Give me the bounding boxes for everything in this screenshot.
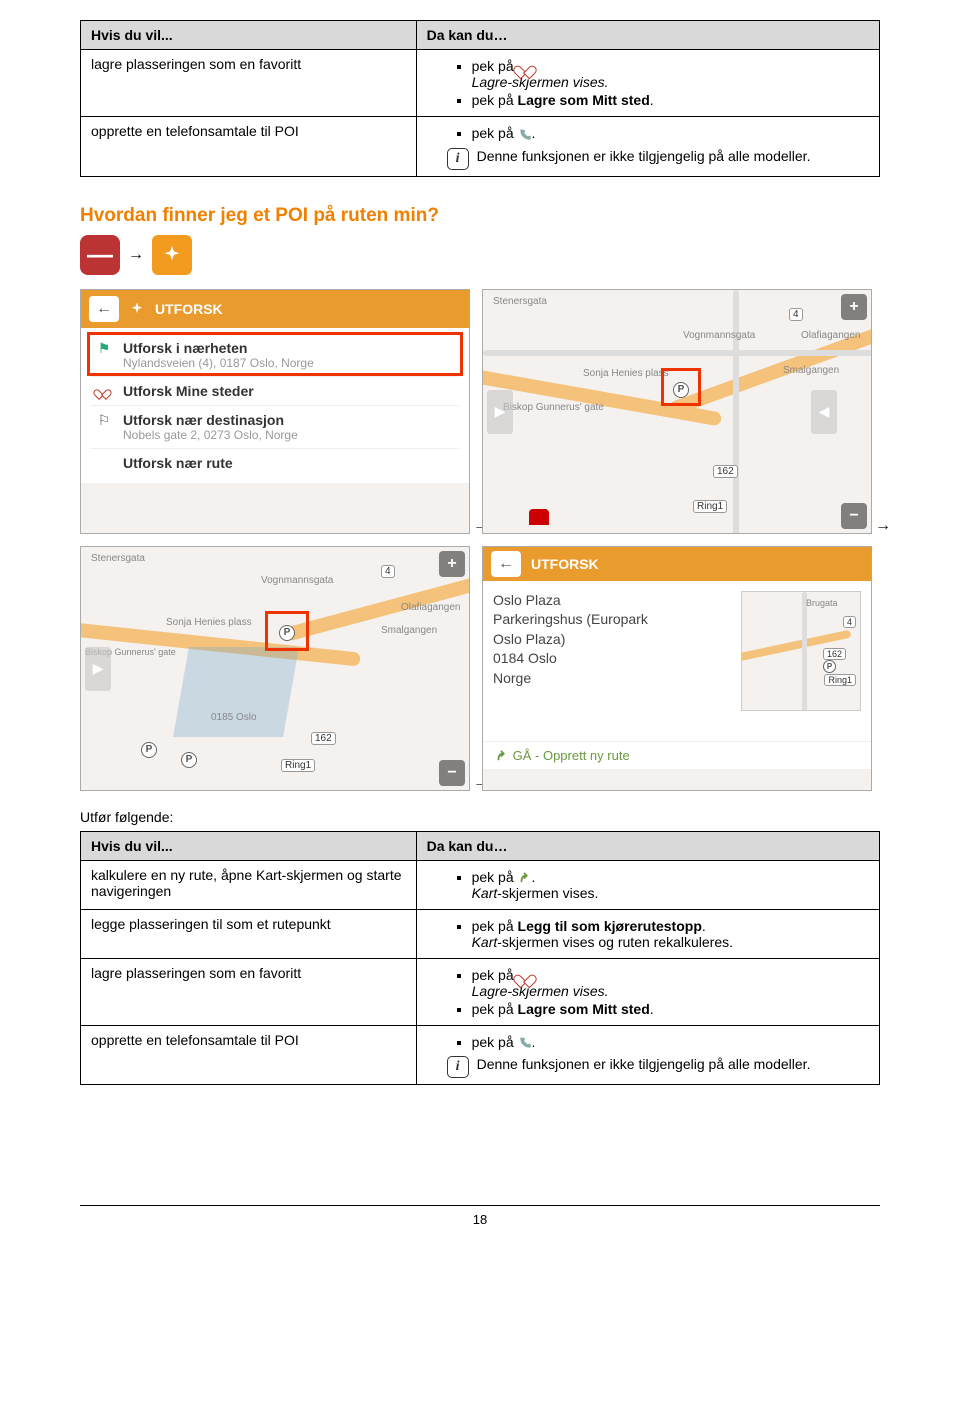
page-number: 18 xyxy=(80,1205,880,1227)
list-item: pek på . xyxy=(472,1034,869,1050)
heart-icon xyxy=(518,60,532,74)
arrow-icon: → xyxy=(128,246,144,264)
instruction-label: Utfør følgende: xyxy=(80,809,880,825)
info-note: i Denne funksjonen er ikke tilgjengelig … xyxy=(427,1056,869,1078)
table-row: legge plasseringen til som et rutepunkt … xyxy=(81,909,880,958)
expand-left-button[interactable]: ▶ xyxy=(487,390,513,434)
panel-header: ← UTFORSK xyxy=(81,290,469,328)
table2-header-left: Hvis du vil... xyxy=(81,831,417,860)
go-icon xyxy=(495,749,509,763)
screenshot-map-2: Stenersgata Vognmannsgata Olafiagangen S… xyxy=(80,546,470,791)
section-heading: Hvordan finner jeg et POI på ruten min? xyxy=(80,205,880,227)
mini-map: Brugata 4 162 Ring1 P xyxy=(741,591,861,711)
parking-icon[interactable]: P xyxy=(181,752,197,768)
phone-icon xyxy=(518,128,532,142)
go-icon xyxy=(518,871,532,885)
heart-icon xyxy=(518,969,532,983)
parking-icon: P xyxy=(823,660,836,673)
explore-tile-icon xyxy=(152,235,192,275)
table-row: lagre plasseringen som en favoritt pek p… xyxy=(81,50,880,117)
expand-right-button[interactable]: ▶ xyxy=(811,390,837,434)
action-list: pek på . xyxy=(427,125,869,141)
menu-tile-icon: — xyxy=(80,235,120,275)
action-list: pek på . Lagre-skjermen vises. pek på La… xyxy=(427,967,869,1017)
panel-header: ← UTFORSK xyxy=(483,547,871,581)
screenshot-row-2: Stenersgata Vognmannsgata Olafiagangen S… xyxy=(80,546,880,791)
parking-icon[interactable]: P xyxy=(673,382,689,398)
table1-row1-left: lagre plasseringen som en favoritt xyxy=(81,50,417,117)
table1-header-left: Hvis du vil... xyxy=(81,21,417,50)
list-item: pek på Lagre som Mitt sted. xyxy=(472,92,869,108)
action-list: pek på . Kart-skjermen vises. xyxy=(427,869,869,901)
table-row: opprette en telefonsamtale til POI pek p… xyxy=(81,1026,880,1085)
list-item: pek på . xyxy=(472,125,869,141)
table1-row2-left: opprette en telefonsamtale til POI xyxy=(81,117,417,176)
zoom-out-button[interactable]: − xyxy=(439,760,465,786)
table-row: lagre plasseringen som en favoritt pek p… xyxy=(81,958,880,1025)
zoom-in-button[interactable]: + xyxy=(439,551,465,577)
table2-header-right: Da kan du… xyxy=(416,831,879,860)
star-icon xyxy=(129,301,145,317)
list-item: pek på . Lagre-skjermen vises. xyxy=(472,58,869,90)
mcdonalds-icon xyxy=(529,509,549,525)
zoom-in-button[interactable]: + xyxy=(841,294,867,320)
expand-left-button[interactable]: ▶ xyxy=(85,647,111,691)
list-item: pek på Lagre som Mitt sted. xyxy=(472,1001,869,1017)
poi-address: Oslo Plaza Parkeringshus (Europark Oslo … xyxy=(493,591,733,731)
info-note: i Denne funksjonen er ikke tilgjengelig … xyxy=(427,148,869,170)
info-icon: i xyxy=(447,1056,469,1078)
table1-header-right: Da kan du… xyxy=(416,21,879,50)
phone-icon xyxy=(518,1036,532,1050)
list-item: pek på . Kart-skjermen vises. xyxy=(472,869,869,901)
menu-item-near-destination[interactable]: ⚐ Utforsk nær destinasjon Nobels gate 2,… xyxy=(91,406,459,449)
menu-item-my-places[interactable]: Utforsk Mine steder xyxy=(91,377,459,406)
back-button[interactable]: ← xyxy=(491,551,521,577)
screenshot-row-1: ← UTFORSK ⚑ Utforsk i nærheten Nylandsve… xyxy=(80,289,880,534)
parking-icon[interactable]: P xyxy=(141,742,157,758)
action-list: pek på . xyxy=(427,1034,869,1050)
screenshot-utforsk-menu: ← UTFORSK ⚑ Utforsk i nærheten Nylandsve… xyxy=(80,289,470,534)
menu-item-nearby[interactable]: ⚑ Utforsk i nærheten Nylandsveien (4), 0… xyxy=(91,334,459,377)
building-shape xyxy=(173,647,299,737)
action-list: pek på Legg til som kjørerutestopp. Kart… xyxy=(427,918,869,950)
menu-item-near-route[interactable]: Utforsk nær rute xyxy=(91,449,459,477)
list-item: pek på . Lagre-skjermen vises. xyxy=(472,967,869,999)
table-row: opprette en telefonsamtale til POI pek p… xyxy=(81,117,880,176)
screenshot-poi-detail: ← UTFORSK Oslo Plaza Parkeringshus (Euro… xyxy=(482,546,872,791)
arrow-icon: → xyxy=(875,517,891,535)
table-row: kalkulere en ny rute, åpne Kart-skjermen… xyxy=(81,860,880,909)
create-route-action[interactable]: GÅ - Opprett ny rute xyxy=(483,741,871,770)
icon-sequence: — → xyxy=(80,235,880,275)
zoom-out-button[interactable]: − xyxy=(841,503,867,529)
action-list: pek på . Lagre-skjermen vises. pek på La… xyxy=(427,58,869,108)
parking-icon[interactable]: P xyxy=(279,625,295,641)
screenshot-map-1: Stenersgata Vognmannsgata Olafiagangen S… xyxy=(482,289,872,534)
info-icon: i xyxy=(447,148,469,170)
table-1: Hvis du vil... Da kan du… lagre plasseri… xyxy=(80,20,880,177)
heart-icon xyxy=(95,383,113,399)
list-item: pek på Legg til som kjørerutestopp. Kart… xyxy=(472,918,869,950)
table-2: Hvis du vil... Da kan du… kalkulere en n… xyxy=(80,831,880,1086)
